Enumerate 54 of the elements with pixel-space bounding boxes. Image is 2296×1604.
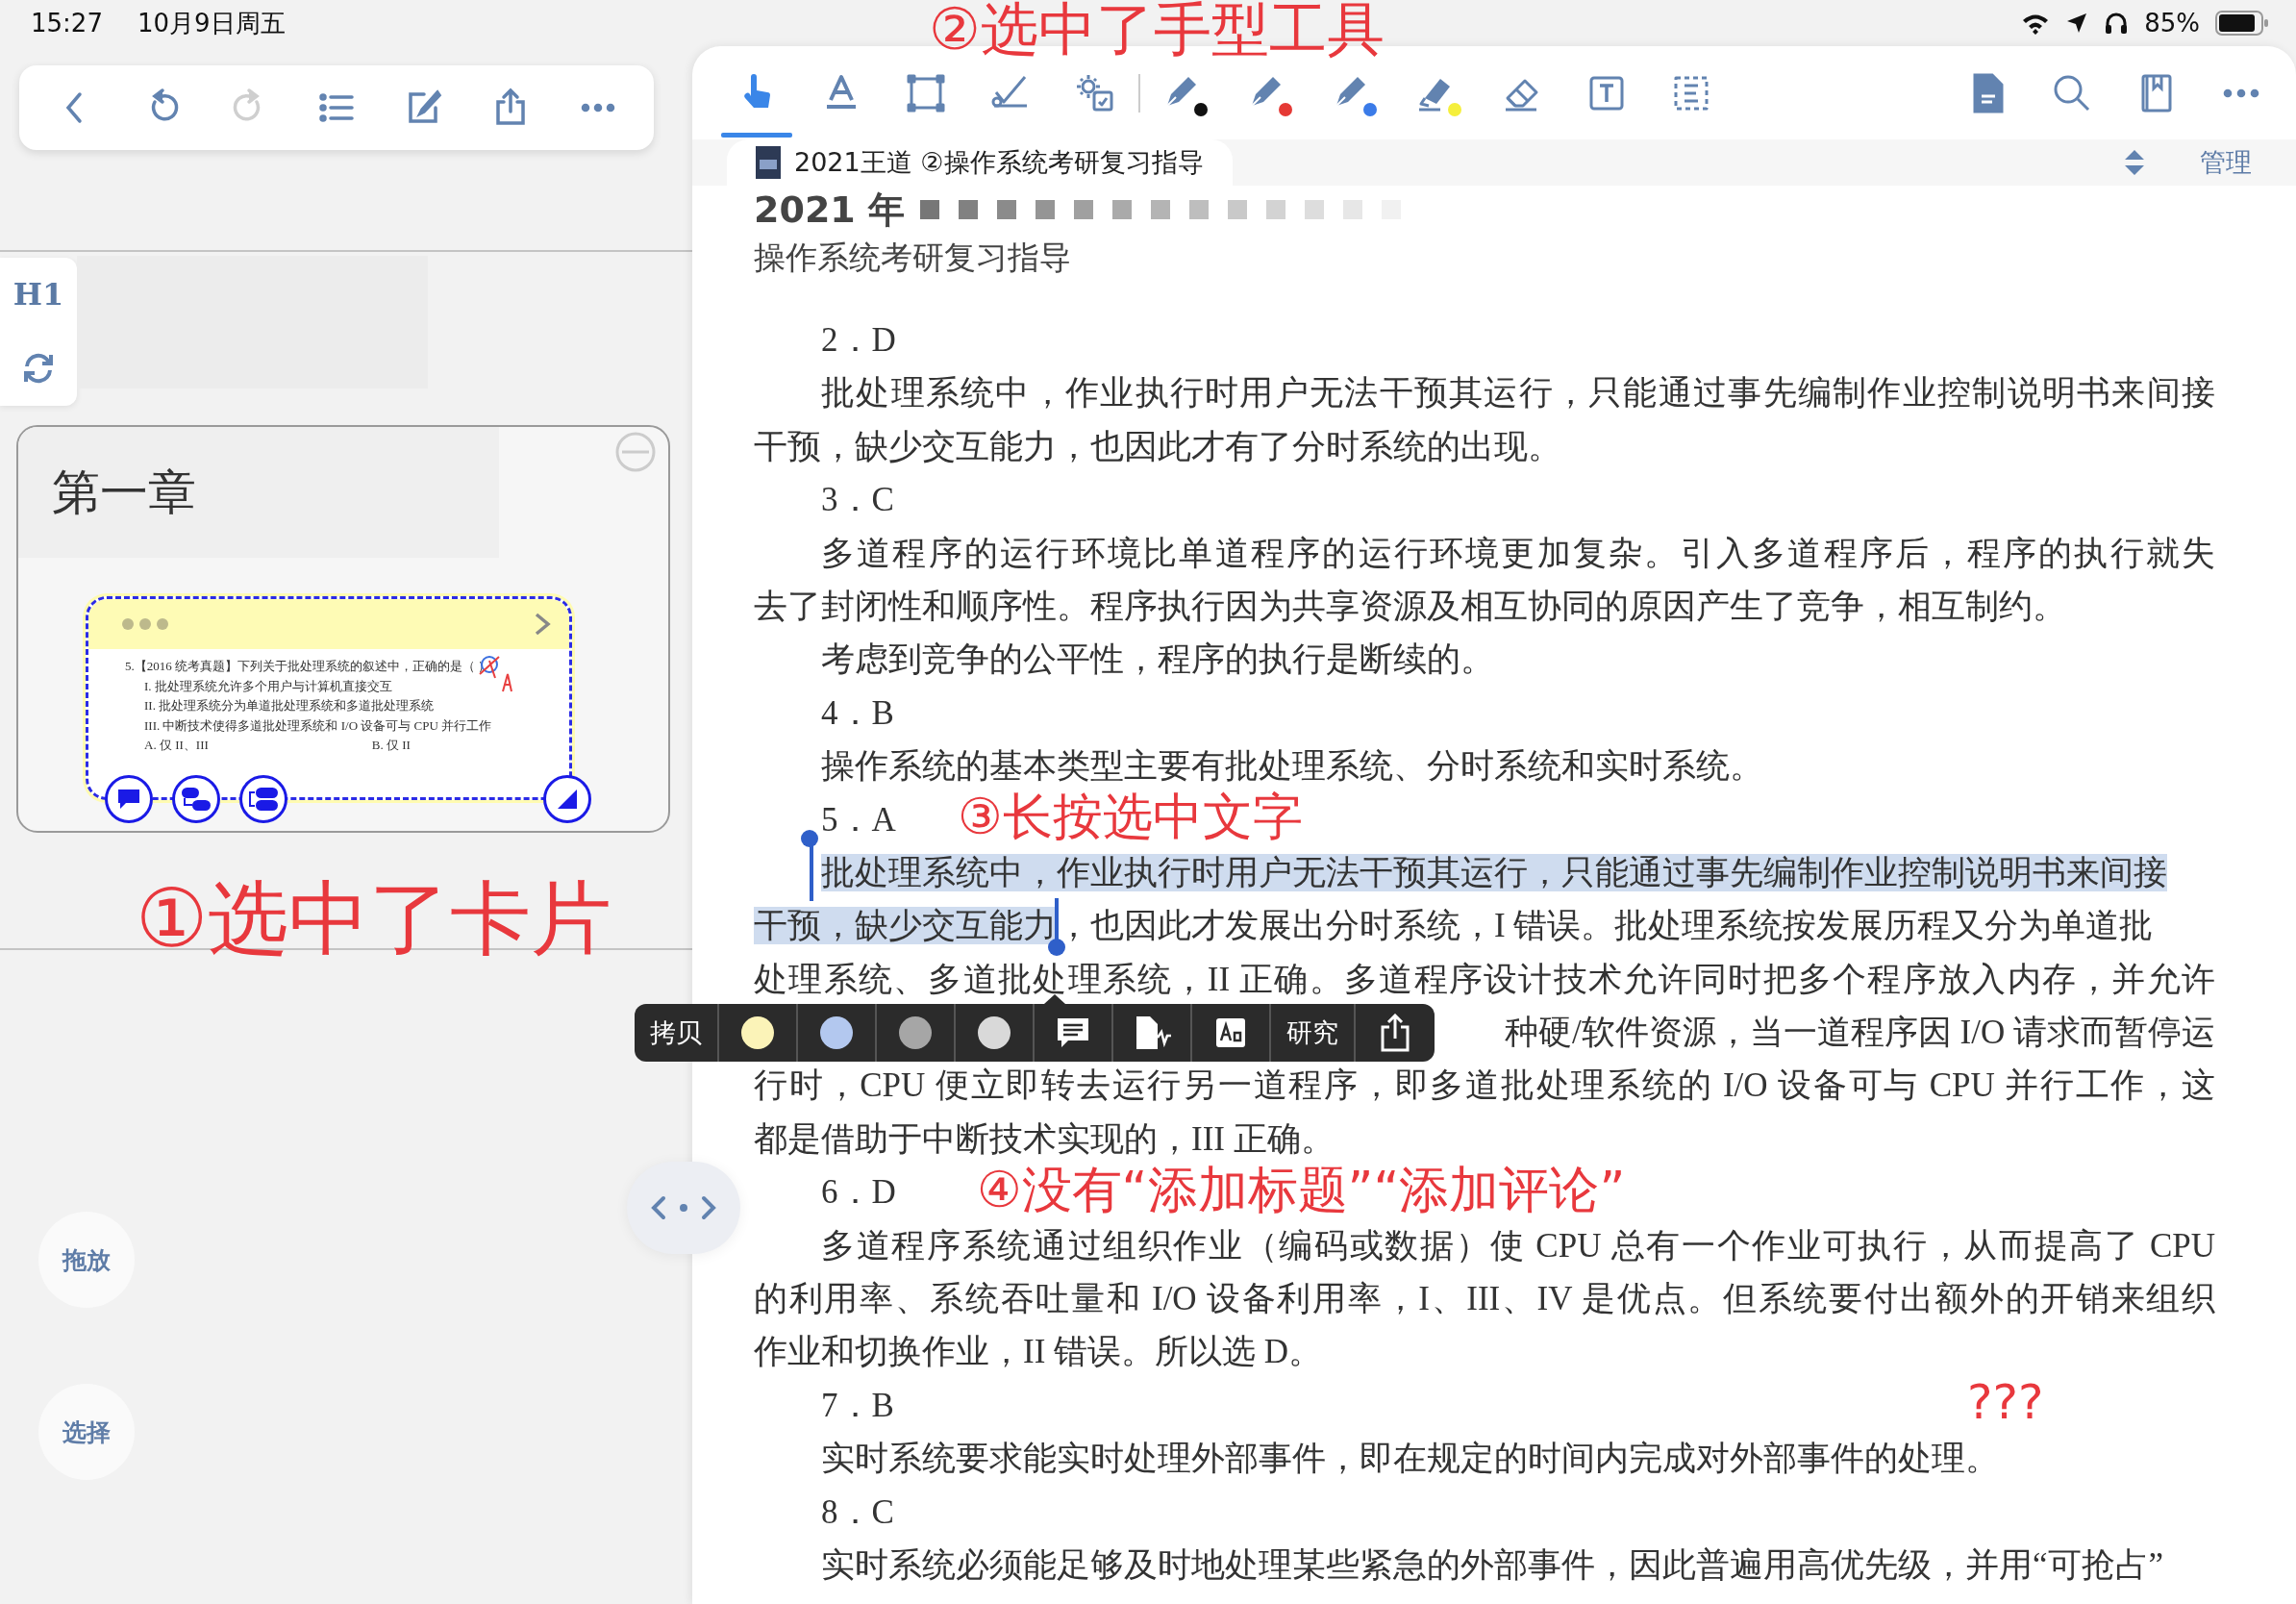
status-date: 10月9日周五 [137, 7, 286, 39]
handwritten-note: ??? [1966, 1373, 2045, 1431]
excerpt-text: III. 中断技术使得多道批处理系统和 I/O 设备可与 CPU 并行工作 [143, 716, 493, 735]
excerpt-option: A. 仅 II、III [144, 736, 209, 756]
location-arrow-icon [2065, 12, 2089, 35]
node-title: 第一章 [52, 463, 196, 522]
child-node-icon [181, 787, 212, 812]
mode-button[interactable]: 拖放 [38, 1212, 135, 1308]
comment-icon [116, 788, 141, 811]
battery-percent: 85% [2144, 9, 2200, 38]
sort-icon[interactable] [2123, 148, 2146, 177]
add-child-node-button[interactable] [172, 775, 220, 823]
answer-paragraph: 多道程序系统通过组织作业（编码或数据）使 CPU 总有一个作业可执行，从而提高了 CPU 的利用率、系统吞吐量和 I/O 设备利用率，I、III、IV 是优点。但系统要付出额外的开销来组织 作业和切换作业，II 错误。所以选 D。 [754, 1225, 2215, 1373]
answer-number: 5．A [820, 799, 896, 840]
status-time: 15:27 [31, 9, 103, 38]
answer-number: 2．D [820, 320, 896, 361]
book-cover-icon [756, 146, 781, 179]
dots-icon[interactable] [121, 617, 169, 631]
excerpt-text: II. 批处理系统分为单道批处理系统和多道批处理系统 [143, 697, 436, 714]
handwritten-note: ①选中了卡片 [135, 870, 613, 967]
manage-button[interactable]: 管理 [2194, 144, 2258, 181]
handwritten-note: ②选中了手型工具 [928, 0, 1385, 63]
answer-number: 3．C [820, 480, 894, 521]
mode-button[interactable]: 选择 [38, 1384, 135, 1480]
copy-button[interactable]: 拷贝 [635, 1004, 719, 1062]
handwritten-mark-icon [478, 653, 514, 693]
book-year-title: 2021 年 [754, 187, 905, 233]
heading-level-badge[interactable]: H1 [12, 276, 64, 313]
sibling-node-icon [248, 787, 279, 812]
research-button[interactable]: 研究 [1271, 1004, 1356, 1062]
comment-button[interactable] [105, 775, 153, 823]
chevron-right-icon[interactable] [533, 612, 552, 637]
add-sibling-node-button[interactable] [239, 775, 287, 823]
handwritten-note: ④没有“添加标题”“添加评论” [976, 1160, 1627, 1220]
excerpt-text: I. 批处理系统允许多个用户与计算机直接交互 [143, 677, 393, 695]
selection-start-handle[interactable] [801, 830, 820, 901]
book-subtitle: 操作系统考研复习指导 [754, 238, 1072, 278]
answer-paragraph: 实时系统要求能实时处理外部事件，即在规定的时间内完成对外部事件的处理。 [820, 1439, 2000, 1480]
resize-handle-button[interactable] [543, 775, 591, 823]
battery-icon [2215, 11, 2269, 36]
answer-paragraph: 考虑到竞争的公平性，程序的执行是断续的。 [820, 639, 1495, 681]
answer-number: 8．C [820, 1491, 894, 1533]
answer-number: 7．B [820, 1385, 894, 1426]
answer-paragraph: 批处理系统中，作业执行时用户无法干预其运行，只能通过事先编制作业控制说明书来间接 干预，缺少交互能力，也因此才有了分时系统的出现。 [754, 373, 2215, 467]
document-tab[interactable]: 2021王道 ②操作系统考研复习指导 [727, 139, 1233, 186]
headphones-icon [2104, 11, 2130, 36]
excerpt-option: B. 仅 II [371, 736, 411, 756]
answer-number: 4．B [820, 692, 894, 734]
answer-paragraph: 实时系统必须能足够及时地处理某些紧急的外部事件，因此普遍用高优先级，并用“可抢占” [820, 1545, 2165, 1586]
resize-corner-icon [556, 788, 579, 811]
answer-number: 6．D [820, 1172, 896, 1214]
answer-paragraph: 多道程序的运行环境比单道程序的运行环境更加复杂。引入多道程序后，程序的执行就失 去了封闭性和顺序性。程序执行因为共享资源及相互协同的原因产生了竞争，相互制约。 [754, 533, 2215, 627]
answer-paragraph: 操作系统的基本类型主要有批处理系统、分时系统和实时系统。 [820, 746, 1764, 788]
handwritten-note: ③长按选中文字 [957, 787, 1304, 847]
